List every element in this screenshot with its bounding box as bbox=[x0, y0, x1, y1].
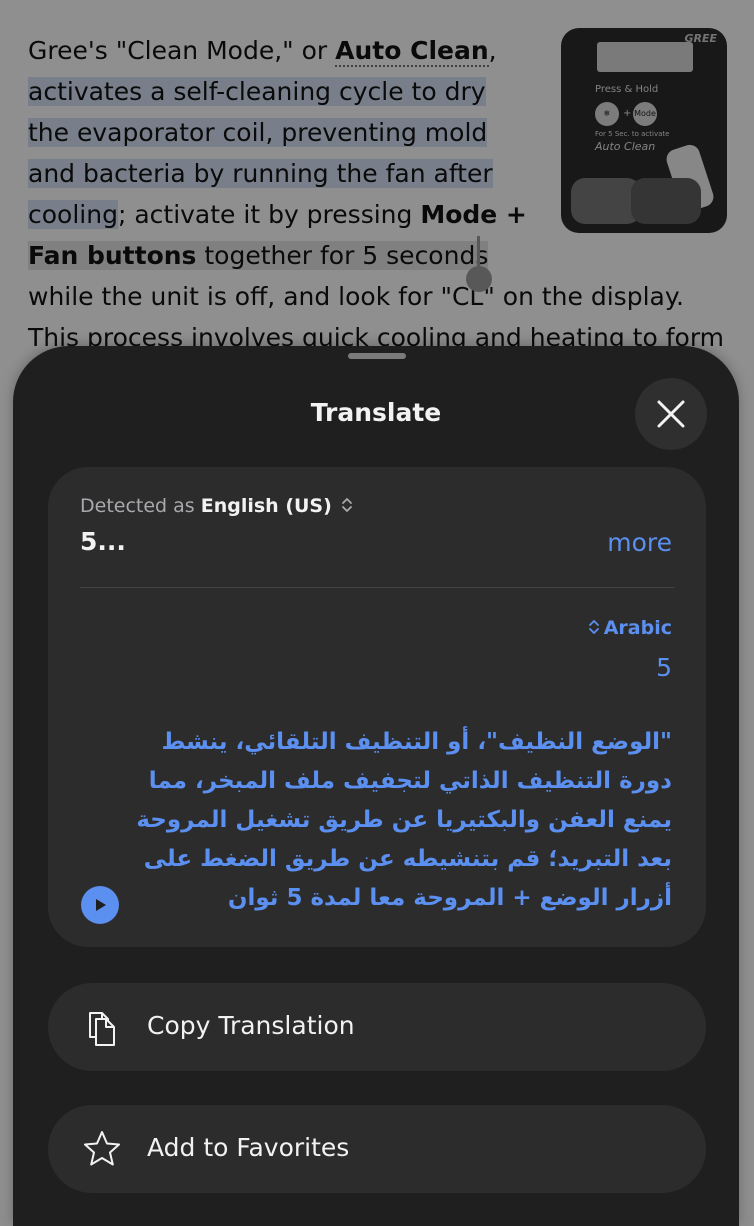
translated-line: أزرار الوضع + المروحة معا لمدة 5 ثوان bbox=[227, 885, 672, 911]
article-line: Fan buttons together for 5 seconds bbox=[28, 241, 489, 270]
add-to-favorites-label: Add to Favorites bbox=[147, 1133, 350, 1162]
target-language: Arabic bbox=[603, 617, 672, 639]
mode-button-graphic: Mode bbox=[633, 102, 657, 126]
article-thumbnail[interactable]: GREE Press & Hold ❄ + Mode For 5 Sec. to… bbox=[561, 28, 727, 233]
copy-translation-label: Copy Translation bbox=[147, 1011, 355, 1040]
sheet-grabber[interactable] bbox=[348, 353, 406, 359]
chevron-updown-icon bbox=[341, 498, 352, 512]
translated-number: 5 bbox=[656, 653, 672, 682]
xmark-icon bbox=[657, 400, 685, 428]
selected-text: activates a self-cleaning cycle to dry bbox=[28, 77, 486, 106]
translated-text: "الوضع النظيف"، أو التنظيف التلقائي، ينش… bbox=[112, 723, 672, 918]
source-language: English (US) bbox=[200, 495, 332, 517]
selected-text: the evaporator coil, preventing mold bbox=[28, 118, 488, 147]
selected-text: and bacteria by running the fan after bbox=[28, 159, 493, 188]
translated-line: يمنع العفن والبكتيريا عن طريق تشغيل المر… bbox=[136, 807, 672, 833]
card-divider bbox=[80, 587, 674, 588]
add-to-favorites-button[interactable]: Add to Favorites bbox=[48, 1105, 706, 1193]
selection-handle[interactable] bbox=[466, 266, 492, 292]
translation-card: Detected as English (US) 5... more Arabi… bbox=[48, 467, 706, 947]
translated-line: "الوضع النظيف"، أو التنظيف التلقائي، ينش… bbox=[161, 729, 672, 755]
selected-text: cooling bbox=[28, 200, 118, 229]
close-button[interactable] bbox=[635, 378, 707, 450]
sheet-title: Translate bbox=[310, 398, 442, 427]
more-link[interactable]: more bbox=[607, 528, 672, 557]
source-text: 5... bbox=[80, 527, 126, 556]
copy-icon bbox=[89, 1012, 115, 1046]
translate-sheet: Translate Detected as English (US) 5... … bbox=[13, 346, 739, 1226]
star-icon bbox=[84, 1131, 120, 1166]
target-language-picker[interactable]: Arabic bbox=[588, 617, 672, 639]
auto-clean-link[interactable]: Auto Clean bbox=[335, 36, 489, 67]
play-icon bbox=[96, 899, 106, 911]
play-button[interactable] bbox=[81, 886, 119, 924]
translated-line: بعد التبريد؛ قم بتنشيطه عن طريق الضغط عل… bbox=[143, 846, 672, 872]
ac-unit-image bbox=[597, 42, 693, 72]
selection-caret bbox=[477, 236, 480, 268]
copy-translation-button[interactable]: Copy Translation bbox=[48, 983, 706, 1071]
chevron-updown-icon bbox=[588, 620, 599, 634]
fan-button-graphic: ❄ bbox=[595, 102, 619, 126]
article-line: while the unit is off, and look for "CL"… bbox=[28, 282, 685, 311]
bed-image bbox=[631, 178, 701, 224]
detected-language[interactable]: Detected as English (US) bbox=[80, 495, 353, 517]
translated-line: دورة التنظيف الذاتي لتجفيف ملف المبخر، م… bbox=[148, 768, 672, 794]
